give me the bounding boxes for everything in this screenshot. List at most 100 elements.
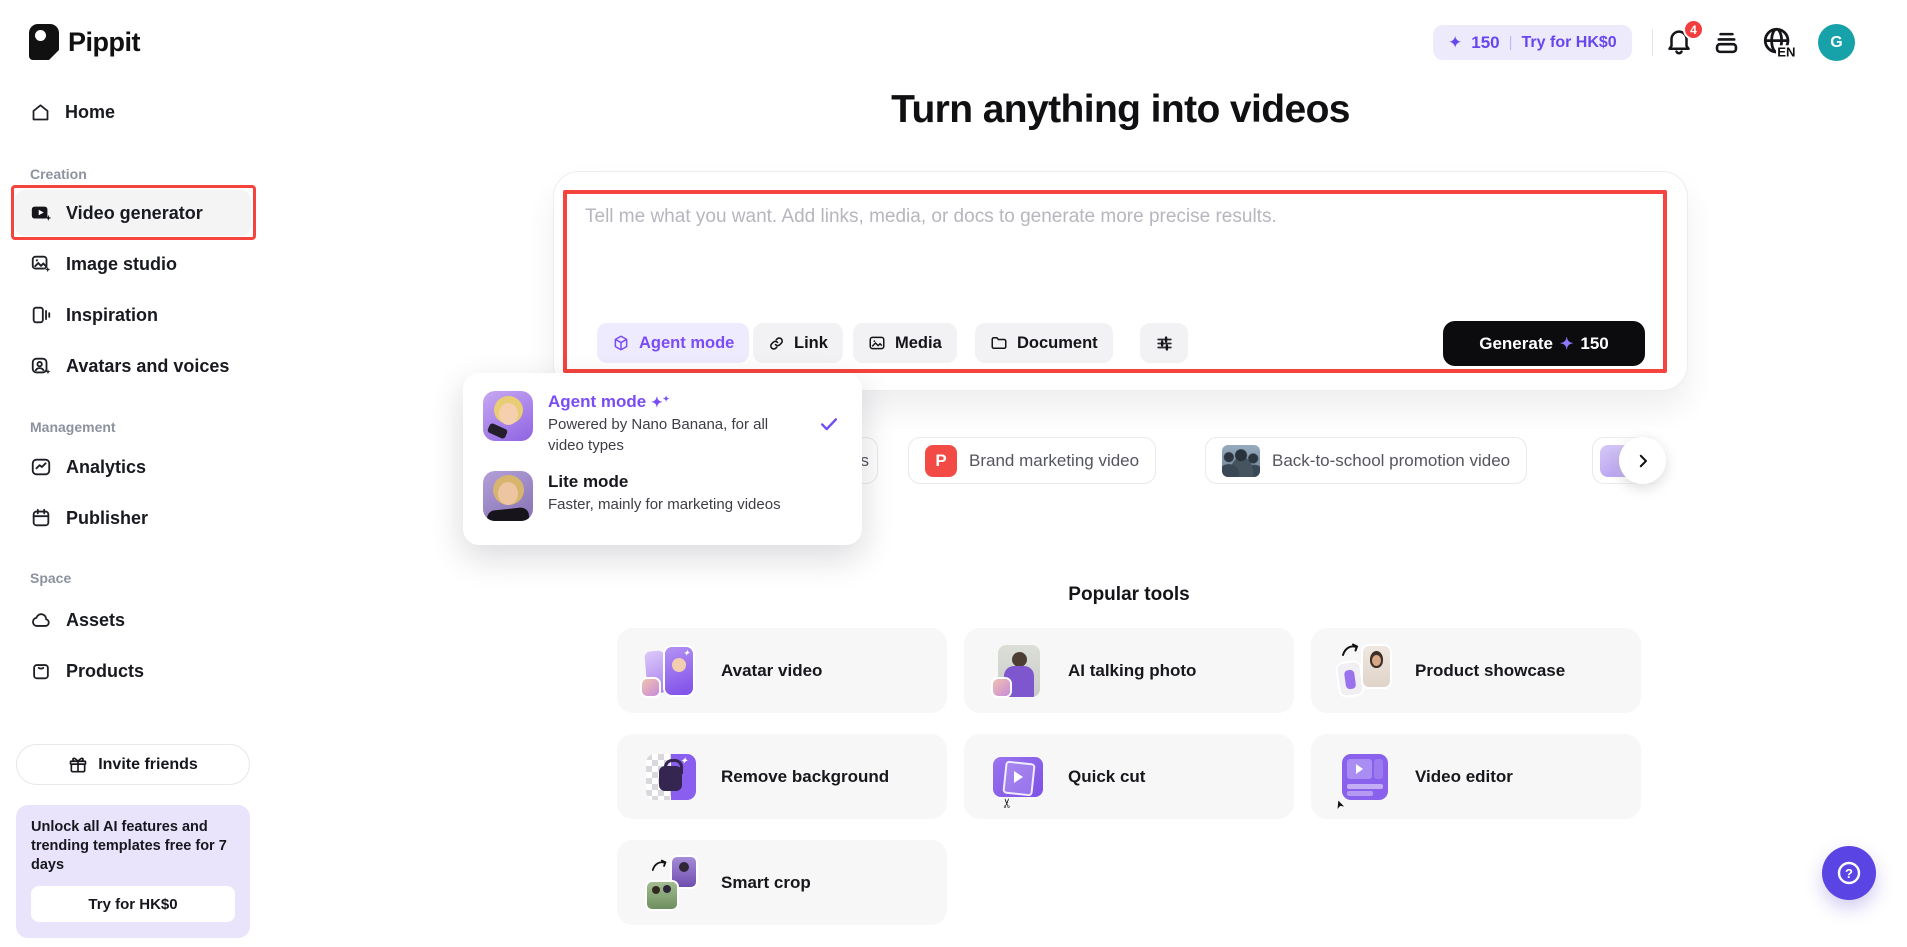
generate-button[interactable]: Generate ✦150 bbox=[1443, 321, 1645, 366]
promo-try-button[interactable]: Try for HK$0 bbox=[31, 886, 235, 922]
suggestion-chip-brand-marketing[interactable]: P Brand marketing video bbox=[908, 437, 1156, 484]
avatar-video-icon bbox=[645, 645, 697, 697]
prompt-input[interactable] bbox=[585, 206, 1635, 302]
tool-label: Avatar video bbox=[721, 661, 822, 681]
chip-label: Back-to-school promotion video bbox=[1272, 451, 1510, 471]
globe-icon: EN bbox=[1760, 25, 1796, 59]
generate-label: Generate bbox=[1479, 334, 1553, 354]
avatar-initial: G bbox=[1830, 34, 1842, 52]
media-label: Media bbox=[895, 334, 942, 353]
image-studio-icon bbox=[30, 253, 52, 275]
pippit-logo[interactable]: Pippit bbox=[29, 24, 140, 60]
notification-badge: 4 bbox=[1683, 19, 1704, 40]
link-label: Link bbox=[794, 334, 828, 353]
chevron-right-icon bbox=[1634, 452, 1652, 470]
tool-card-video-editor[interactable]: ➤ Video editor bbox=[1311, 734, 1641, 819]
sidebar-item-label: Assets bbox=[66, 610, 125, 631]
quick-cut-icon: ✂ bbox=[992, 751, 1044, 803]
media-image-icon bbox=[868, 334, 886, 352]
sidebar-item-label: Video generator bbox=[66, 203, 203, 224]
header-divider bbox=[1652, 29, 1653, 56]
home-icon bbox=[30, 102, 51, 123]
language-label: EN bbox=[1777, 45, 1795, 59]
sidebar-item-label: Image studio bbox=[66, 254, 177, 275]
mode-title: Agent mode bbox=[548, 392, 646, 411]
mode-dropdown: Agent mode ✦✦ Powered by Nano Banana, fo… bbox=[463, 373, 862, 545]
help-button[interactable]: ? bbox=[1822, 846, 1876, 900]
chip-label: Brand marketing video bbox=[969, 451, 1139, 471]
tool-card-smart-crop[interactable]: Smart crop bbox=[617, 840, 947, 925]
avatars-icon bbox=[30, 355, 52, 377]
user-avatar[interactable]: G bbox=[1818, 24, 1855, 61]
sidebar-item-label: Products bbox=[66, 661, 144, 682]
sidebar: Pippit Home Creation Video generator Ima… bbox=[0, 0, 262, 947]
language-button[interactable]: EN bbox=[1760, 25, 1796, 64]
remove-background-icon bbox=[645, 751, 697, 803]
add-link-button[interactable]: Link bbox=[753, 323, 843, 363]
tool-card-quick-cut[interactable]: ✂ Quick cut bbox=[964, 734, 1294, 819]
sidebar-item-analytics[interactable]: Analytics bbox=[16, 447, 250, 487]
chips-next-button[interactable] bbox=[1619, 437, 1666, 484]
tool-label: Smart crop bbox=[721, 873, 811, 893]
add-media-button[interactable]: Media bbox=[853, 323, 957, 363]
popular-tools-grid: Avatar video AI talking photo Product sh… bbox=[617, 628, 1643, 925]
sidebar-item-products[interactable]: Products bbox=[16, 651, 250, 691]
sidebar-section-management: Management bbox=[30, 419, 116, 435]
brand-name: Pippit bbox=[68, 27, 140, 58]
app: Pippit Home Creation Video generator Ima… bbox=[0, 0, 1907, 947]
add-document-button[interactable]: Document bbox=[975, 323, 1113, 363]
sliders-icon bbox=[1155, 334, 1174, 353]
trial-cta-label[interactable]: Try for HK$0 bbox=[1522, 34, 1617, 52]
tool-card-avatar-video[interactable]: Avatar video bbox=[617, 628, 947, 713]
composer-settings-button[interactable] bbox=[1140, 323, 1188, 363]
video-generator-icon bbox=[30, 202, 52, 224]
sidebar-item-video-generator[interactable]: Video generator bbox=[16, 193, 250, 233]
agent-mode-avatar bbox=[483, 391, 533, 441]
assets-cloud-icon bbox=[30, 609, 52, 631]
card-stack-icon bbox=[1712, 30, 1741, 56]
sidebar-item-label: Analytics bbox=[66, 457, 146, 478]
mode-option-agent[interactable]: Agent mode ✦✦ Powered by Nano Banana, fo… bbox=[483, 391, 842, 456]
sidebar-item-label: Home bbox=[65, 102, 115, 123]
tool-label: AI talking photo bbox=[1068, 661, 1196, 681]
sidebar-item-image-studio[interactable]: Image studio bbox=[16, 244, 250, 284]
sparkle-icon: ✦✦ bbox=[651, 394, 669, 410]
agent-mode-button[interactable]: Agent mode bbox=[597, 323, 749, 363]
invite-friends-button[interactable]: Invite friends bbox=[16, 744, 250, 785]
pill-divider: | bbox=[1509, 34, 1513, 51]
publisher-icon bbox=[30, 507, 52, 529]
product-showcase-icon bbox=[1339, 645, 1391, 697]
popular-tools-title: Popular tools bbox=[617, 584, 1641, 606]
tool-card-product-showcase[interactable]: Product showcase bbox=[1311, 628, 1641, 713]
smart-crop-icon bbox=[645, 857, 697, 909]
mode-title: Lite mode bbox=[548, 472, 628, 491]
sidebar-section-space: Space bbox=[30, 570, 71, 586]
cube-icon bbox=[612, 334, 630, 352]
gift-icon bbox=[68, 755, 88, 775]
sidebar-item-avatars-and-voices[interactable]: Avatars and voices bbox=[16, 346, 250, 386]
analytics-icon bbox=[30, 456, 52, 478]
sidebar-item-assets[interactable]: Assets bbox=[16, 600, 250, 640]
billing-button[interactable] bbox=[1712, 30, 1741, 61]
sidebar-section-creation: Creation bbox=[30, 166, 87, 182]
pippit-logo-icon bbox=[29, 24, 59, 60]
agent-mode-label: Agent mode bbox=[639, 334, 734, 353]
document-label: Document bbox=[1017, 334, 1098, 353]
credits-pill[interactable]: ✦ 150 | Try for HK$0 bbox=[1433, 25, 1632, 60]
products-bag-icon bbox=[30, 660, 52, 682]
generate-cost: 150 bbox=[1580, 334, 1608, 354]
svg-text:?: ? bbox=[1845, 866, 1853, 881]
invite-friends-label: Invite friends bbox=[98, 756, 198, 774]
tool-card-remove-background[interactable]: Remove background bbox=[617, 734, 947, 819]
mode-option-lite[interactable]: Lite mode Faster, mainly for marketing v… bbox=[483, 471, 842, 521]
mode-subtitle: Powered by Nano Banana, for all video ty… bbox=[548, 415, 800, 456]
sidebar-item-home[interactable]: Home bbox=[16, 92, 250, 132]
suggestion-chip-back-to-school[interactable]: Back-to-school promotion video bbox=[1205, 437, 1527, 484]
sidebar-item-label: Publisher bbox=[66, 508, 148, 529]
sidebar-item-publisher[interactable]: Publisher bbox=[16, 498, 250, 538]
sidebar-item-label: Inspiration bbox=[66, 305, 158, 326]
document-folder-icon bbox=[990, 334, 1008, 352]
sidebar-item-label: Avatars and voices bbox=[66, 356, 229, 377]
tool-card-ai-talking-photo[interactable]: AI talking photo bbox=[964, 628, 1294, 713]
sidebar-item-inspiration[interactable]: Inspiration bbox=[16, 295, 250, 335]
